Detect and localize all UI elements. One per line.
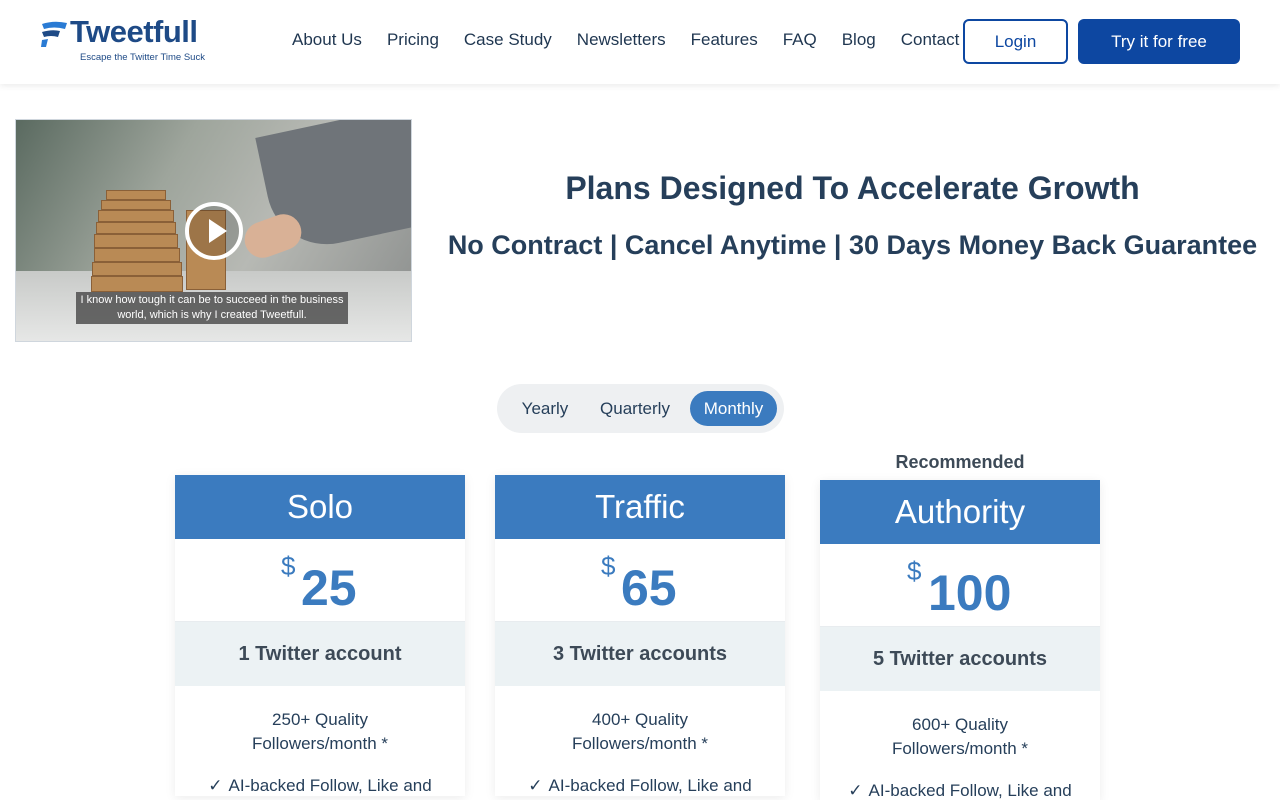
plan-accounts: 1 Twitter account: [175, 622, 465, 686]
feature-text: AI-backed Follow, Like and: [228, 776, 432, 795]
nav-item-pricing[interactable]: Pricing: [387, 30, 439, 50]
plan-card-solo: Solo $ 25 1 Twitter account 250+ Quality…: [175, 475, 465, 796]
price-amount: 100: [928, 565, 1012, 621]
nav-item-blog[interactable]: Blog: [842, 30, 876, 50]
currency-symbol: $: [907, 556, 922, 586]
plan-card-traffic: Traffic $ 65 3 Twitter accounts 400+ Qua…: [495, 475, 785, 796]
play-icon[interactable]: [185, 202, 243, 260]
brand-logo[interactable]: Tweetfull Escape the Twitter Time Suck: [40, 14, 205, 66]
page-subtitle: No Contract | Cancel Anytime | 30 Days M…: [447, 230, 1258, 260]
plan-feature: ✓ AI-backed Follow, Like and: [820, 781, 1100, 800]
nav-item-features[interactable]: Features: [691, 30, 758, 50]
video-caption: I know how tough it can be to succeed in…: [76, 292, 348, 324]
plan-followers: 600+ Quality Followers/month *: [820, 691, 1100, 761]
video-block: [92, 262, 182, 276]
followers-line: 250+ Quality: [272, 710, 368, 729]
logo-mark-icon: [41, 21, 67, 47]
plan-accounts: 5 Twitter accounts: [820, 627, 1100, 691]
nav-item-contact[interactable]: Contact: [901, 30, 960, 50]
video-block: [94, 248, 180, 262]
followers-line: 400+ Quality: [592, 710, 688, 729]
recommended-label: Recommended: [895, 452, 1025, 472]
brand-tagline: Escape the Twitter Time Suck: [80, 52, 205, 63]
nav-item-faq[interactable]: FAQ: [783, 30, 817, 50]
intro-video[interactable]: I know how tough it can be to succeed in…: [15, 119, 412, 342]
toggle-monthly[interactable]: Monthly: [690, 391, 777, 426]
main-nav: About Us Pricing Case Study Newsletters …: [292, 30, 984, 50]
price-amount: 65: [621, 560, 677, 616]
followers-line: Followers/month *: [251, 734, 389, 753]
plan-name: Traffic: [495, 475, 785, 539]
check-icon: ✓: [208, 776, 223, 795]
video-block: [101, 200, 171, 210]
video-block: [94, 234, 178, 248]
plan-card-authority: Authority $ 100 5 Twitter accounts 600+ …: [820, 480, 1100, 800]
video-block: [98, 210, 174, 222]
plan-name: Authority: [820, 480, 1100, 544]
plan-price: $ 25: [175, 539, 465, 622]
currency-symbol: $: [601, 551, 616, 581]
plan-feature: ✓ AI-backed Follow, Like and: [495, 776, 785, 796]
page-title: Plans Designed To Accelerate Growth: [565, 170, 1140, 206]
price-amount: 25: [301, 560, 357, 616]
plan-name: Solo: [175, 475, 465, 539]
followers-line: Followers/month *: [571, 734, 709, 753]
plan-price: $ 100: [820, 544, 1100, 627]
video-block: [96, 222, 176, 234]
video-block: [91, 276, 183, 292]
login-button[interactable]: Login: [963, 19, 1068, 64]
plan-price: $ 65: [495, 539, 785, 622]
followers-line: Followers/month *: [891, 739, 1029, 758]
toggle-yearly[interactable]: Yearly: [509, 391, 581, 426]
check-icon: ✓: [848, 781, 863, 800]
toggle-quarterly[interactable]: Quarterly: [589, 391, 681, 426]
plan-feature: ✓ AI-backed Follow, Like and: [175, 776, 465, 796]
nav-item-case-study[interactable]: Case Study: [464, 30, 552, 50]
plan-accounts: 3 Twitter accounts: [495, 622, 785, 686]
plan-followers: 400+ Quality Followers/month *: [495, 686, 785, 756]
feature-text: AI-backed Follow, Like and: [868, 781, 1072, 800]
nav-item-newsletters[interactable]: Newsletters: [577, 30, 666, 50]
check-icon: ✓: [528, 776, 543, 795]
try-free-button[interactable]: Try it for free: [1078, 19, 1240, 64]
currency-symbol: $: [281, 551, 296, 581]
plan-followers: 250+ Quality Followers/month *: [175, 686, 465, 756]
site-header: Tweetfull Escape the Twitter Time Suck A…: [0, 0, 1280, 84]
nav-item-about-us[interactable]: About Us: [292, 30, 362, 50]
billing-period-toggle: Yearly Quarterly Monthly: [497, 384, 784, 433]
brand-name: Tweetfull: [70, 14, 198, 49]
video-block: [106, 190, 166, 200]
followers-line: 600+ Quality: [912, 715, 1008, 734]
feature-text: AI-backed Follow, Like and: [548, 776, 752, 795]
